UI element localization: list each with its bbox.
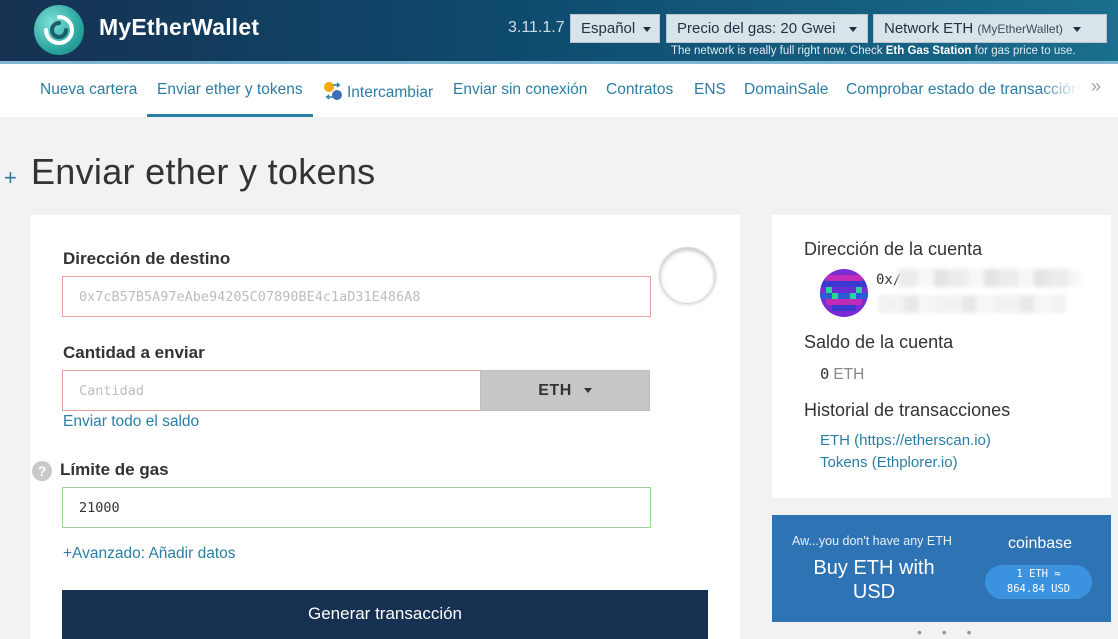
tx-history-heading: Historial de transacciones (804, 400, 1011, 420)
account-info-card: Dirección de la cuenta 0x/ Saldo de la c… (772, 215, 1111, 498)
chevron-down-icon (1072, 26, 1081, 32)
eth-gas-station-link[interactable]: Eth Gas Station (886, 45, 972, 57)
rate-line-1: 1 ETH ≈ (1016, 568, 1061, 580)
chevron-down-icon (583, 388, 592, 393)
help-icon[interactable]: ? (32, 461, 52, 481)
tab-domainsale[interactable]: DomainSale (744, 81, 828, 99)
tab-new-wallet[interactable]: Nueva cartera (40, 81, 137, 99)
gas-limit-label: Límite de gas (60, 460, 169, 479)
language-value: Español (581, 20, 636, 37)
tab-send-offline[interactable]: Enviar sin conexión (453, 81, 587, 99)
carousel-dots[interactable]: • • • (917, 624, 979, 639)
balance-amount: 0 (820, 365, 830, 383)
send-entire-balance-link[interactable]: Enviar todo el saldo (63, 413, 199, 431)
network-sub-label: (MyEtherWallet) (977, 22, 1063, 36)
redacted-address-line-1 (898, 269, 1080, 287)
generate-transaction-button[interactable]: Generar transacción (62, 590, 708, 639)
myetherwallet-logo-icon[interactable] (34, 5, 84, 55)
ethplorer-link[interactable]: Tokens (Ethplorer.io) (820, 454, 958, 471)
gas-note-text-end: for gas price to use. (971, 45, 1076, 57)
unit-dropdown[interactable]: ETH (480, 370, 650, 411)
swap-icon (323, 81, 343, 101)
network-value: Network ETH (884, 20, 974, 37)
eth-usd-rate-badge: 1 ETH ≈ 864.84 USD (985, 565, 1092, 599)
main-nav: Nueva cartera Enviar ether y tokens Inte… (0, 61, 1118, 117)
account-balance: 0 ETH (820, 365, 864, 384)
top-header: MyEtherWallet 3.11.1.7 Español Precio de… (0, 0, 1118, 61)
active-tab-indicator (147, 114, 313, 117)
chevron-down-icon (643, 26, 652, 32)
promo-subtitle: Aw...you don't have any ETH (792, 534, 952, 548)
unit-value: ETH (538, 381, 572, 399)
gas-note-text: The network is really full right now. Ch… (671, 45, 886, 57)
balance-unit: ETH (833, 366, 865, 383)
coinbase-logo: coinbase (1008, 535, 1073, 552)
amount-input[interactable]: Cantidad (62, 370, 481, 411)
to-address-input[interactable]: 0x7cB57B5A97eAbe94205C07890BE4c1aD31E486… (62, 276, 651, 317)
gas-price-dropdown[interactable]: Precio del gas: 20 Gwei (666, 14, 868, 43)
tab-swap[interactable]: Intercambiar (323, 81, 433, 102)
brand-name[interactable]: MyEtherWallet (99, 14, 259, 41)
nav-scroll-right-icon[interactable]: » (1091, 76, 1101, 97)
gas-limit-input[interactable]: 21000 (62, 487, 651, 528)
nav-fade-overlay (1040, 64, 1118, 117)
to-address-label: Dirección de destino (63, 249, 231, 268)
tab-contracts[interactable]: Contratos (606, 81, 673, 99)
coinbase-promo[interactable]: Aw...you don't have any ETH Buy ETH with… (772, 515, 1111, 622)
account-address-heading: Dirección de la cuenta (804, 239, 983, 259)
advanced-add-data-link[interactable]: +Avanzado: Añadir datos (63, 545, 236, 563)
rate-line-2: 864.84 USD (1006, 583, 1071, 595)
tab-send-ether-tokens[interactable]: Enviar ether y tokens (157, 81, 303, 99)
amount-label: Cantidad a enviar (63, 343, 205, 362)
version-label: 3.11.1.7 (508, 19, 565, 36)
tab-ens[interactable]: ENS (694, 81, 726, 99)
gas-price-note: The network is really full right now. Ch… (671, 45, 1076, 57)
page-title: Enviar ether y tokens (31, 151, 376, 192)
tab-swap-label: Intercambiar (347, 84, 434, 101)
language-dropdown[interactable]: Español (570, 14, 660, 43)
network-dropdown[interactable]: Network ETH (MyEtherWallet) (873, 14, 1107, 43)
chevron-down-icon (849, 26, 858, 32)
account-balance-heading: Saldo de la cuenta (804, 332, 954, 352)
destination-identicon-placeholder (659, 247, 716, 304)
expand-plus-icon[interactable]: + (4, 165, 17, 191)
promo-headline: Buy ETH with USD (813, 557, 935, 603)
account-identicon (820, 269, 868, 317)
redacted-address-line-2 (878, 295, 1066, 313)
etherscan-link[interactable]: ETH (https://etherscan.io) (820, 432, 991, 449)
gas-price-value: Precio del gas: 20 Gwei (677, 20, 836, 37)
send-form-card: Dirección de destino 0x7cB57B5A97eAbe942… (30, 215, 740, 639)
